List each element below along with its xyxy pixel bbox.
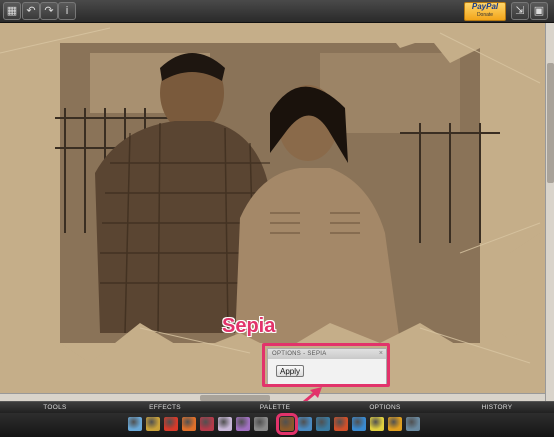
- color-cube-icon[interactable]: [334, 417, 348, 431]
- effects-icon-bar: [0, 413, 554, 437]
- heart-icon[interactable]: [218, 417, 232, 431]
- info-icon[interactable]: i: [58, 2, 76, 20]
- photo-icon[interactable]: [298, 417, 312, 431]
- vertical-scrollbar[interactable]: [545, 23, 554, 401]
- redo-icon[interactable]: ↷: [40, 2, 58, 20]
- landscape-icon[interactable]: [316, 417, 330, 431]
- film-icon[interactable]: [200, 417, 214, 431]
- wand-icon[interactable]: [254, 417, 268, 431]
- vertical-scroll-thumb[interactable]: [547, 63, 554, 183]
- sepia-effect-icon[interactable]: [276, 413, 298, 435]
- grid-menu-icon[interactable]: ▦: [3, 2, 21, 20]
- lightbulb-icon[interactable]: [370, 417, 384, 431]
- export-icon[interactable]: ⇲: [511, 2, 529, 20]
- bar-chart-icon[interactable]: [388, 417, 402, 431]
- options-highlight-box: [262, 343, 390, 387]
- pencil-icon[interactable]: [146, 417, 160, 431]
- undo-icon[interactable]: ↶: [22, 2, 40, 20]
- puzzle-icon[interactable]: [236, 417, 250, 431]
- colorful-blocks-icon[interactable]: [182, 417, 196, 431]
- paypal-donate-button[interactable]: PayPal Donate: [464, 2, 506, 21]
- water-drop-icon[interactable]: [128, 417, 142, 431]
- red-circle-icon[interactable]: [164, 417, 178, 431]
- sepia-annotation-label: Sepia: [222, 315, 276, 337]
- donate-label: Donate: [476, 12, 494, 18]
- paypal-label: PayPal: [471, 2, 499, 11]
- save-icon[interactable]: ▣: [530, 2, 548, 20]
- top-toolbar: ▦ ↶ ↷ i PayPal Donate ⇲ ▣: [0, 0, 554, 23]
- city-icon[interactable]: [406, 417, 420, 431]
- globe-icon[interactable]: [352, 417, 366, 431]
